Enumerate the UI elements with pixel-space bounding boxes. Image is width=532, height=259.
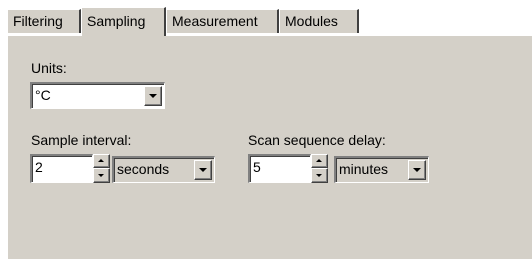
tab-filtering[interactable]: Filtering (7, 9, 81, 33)
sample-interval-spin-down[interactable] (93, 168, 110, 183)
scan-sequence-delay-unit-dropdown[interactable]: minutes (334, 156, 429, 183)
tab-sampling-label: Sampling (87, 13, 146, 29)
sample-interval-unit-dropdown[interactable]: seconds (112, 156, 215, 183)
sampling-tab-panel: Units: °C Sample interval: 2 seconds Sca… (7, 35, 532, 259)
tab-modules-label: Modules (285, 13, 338, 29)
tab-filtering-label: Filtering (13, 13, 63, 29)
scan-sequence-delay-spin-up[interactable] (311, 154, 328, 168)
scan-sequence-delay-value: 5 (253, 159, 261, 175)
scan-sequence-delay-spin-down[interactable] (311, 168, 328, 183)
chevron-down-icon (316, 174, 322, 177)
units-label: Units: (31, 60, 67, 76)
units-dropdown[interactable]: °C (30, 82, 165, 109)
scan-sequence-delay-unit-dropdown-button[interactable] (408, 160, 426, 180)
units-selected-value: °C (35, 87, 51, 103)
chevron-down-icon (149, 94, 157, 98)
sample-interval-input[interactable]: 2 (30, 154, 93, 183)
tab-measurement[interactable]: Measurement (166, 9, 279, 33)
sample-interval-label: Sample interval: (31, 132, 132, 148)
chevron-down-icon (199, 168, 207, 172)
chevron-up-icon (98, 159, 104, 162)
sample-interval-spin-up[interactable] (93, 154, 110, 168)
units-dropdown-button[interactable] (144, 86, 162, 106)
scan-sequence-delay-unit-value: minutes (339, 161, 389, 177)
tab-measurement-label: Measurement (172, 13, 258, 29)
scan-sequence-delay-input[interactable]: 5 (248, 154, 311, 183)
sample-interval-unit-value: seconds (117, 161, 170, 177)
sample-interval-value: 2 (35, 159, 43, 175)
sampling-settings-dialog: Filtering Sampling Measurement Modules U… (0, 0, 532, 259)
tab-modules[interactable]: Modules (279, 9, 359, 33)
tab-strip: Filtering Sampling Measurement Modules (0, 0, 532, 36)
sample-interval-unit-dropdown-button[interactable] (194, 160, 212, 180)
scan-sequence-delay-label: Scan sequence delay: (248, 132, 386, 148)
chevron-up-icon (316, 159, 322, 162)
chevron-down-icon (413, 168, 421, 172)
tab-sampling[interactable]: Sampling (81, 7, 166, 36)
chevron-down-icon (98, 174, 104, 177)
